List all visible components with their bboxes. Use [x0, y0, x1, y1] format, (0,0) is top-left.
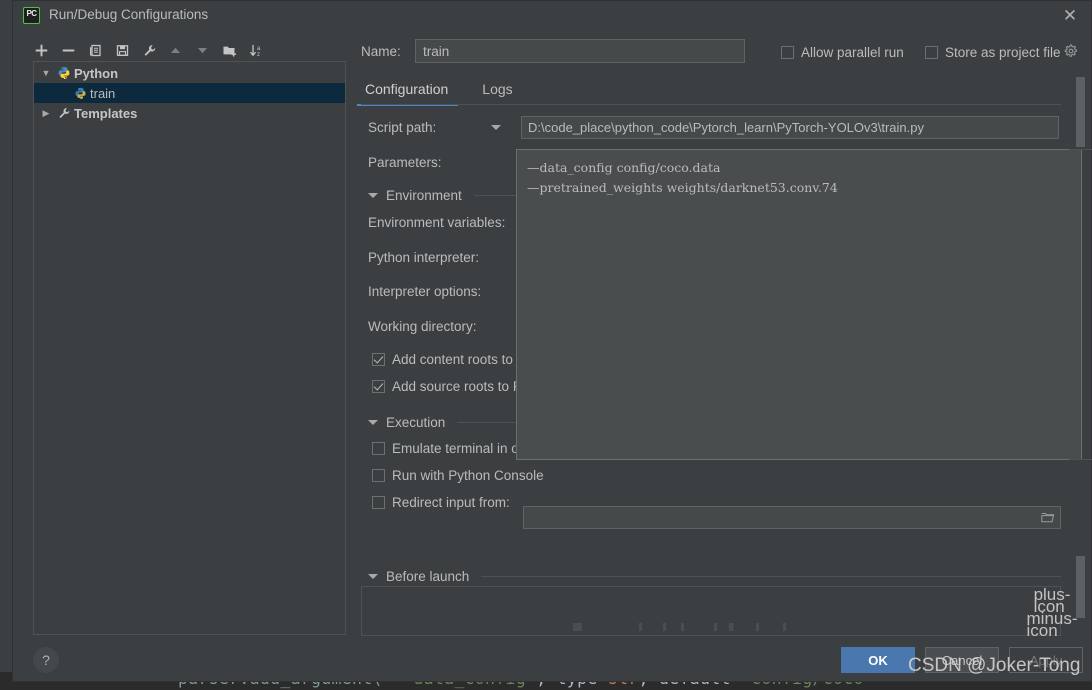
redirect-input-checkbox[interactable]: Redirect input from: [372, 495, 510, 510]
tree-node-python[interactable]: ▼ Python [34, 63, 345, 83]
store-as-project-file-checkbox[interactable]: Store as project file [925, 45, 1061, 60]
parameters-label: Parameters: [368, 154, 442, 170]
tab-divider [361, 104, 1061, 105]
checkbox-box [925, 46, 938, 59]
chevron-right-icon[interactable]: ▶ [38, 108, 54, 119]
wrench-icon [54, 106, 74, 120]
execution-section-title: Execution [386, 414, 446, 430]
sort-az-icon[interactable]: az [244, 38, 269, 62]
python-icon [70, 87, 90, 100]
before-launch-task-buttons: plus-icon minus-icon [1027, 586, 1078, 639]
dialog-title: Run/Debug Configurations [49, 7, 209, 22]
configurations-tree[interactable]: ▼ Python train ▶ Templates [33, 61, 346, 635]
chevron-down-icon[interactable] [491, 125, 501, 130]
tree-node-label: Python [74, 65, 119, 81]
remove-configuration-button[interactable] [56, 38, 81, 62]
environment-variables-label: Environment variables: [368, 215, 506, 230]
configurations-toolbar: az [29, 37, 269, 63]
watermark: CSDN @Joker-Tong [908, 655, 1081, 676]
chevron-down-icon[interactable] [368, 573, 378, 579]
checkbox-box [372, 469, 385, 482]
wrench-icon[interactable] [137, 38, 162, 62]
add-configuration-button[interactable] [29, 38, 54, 62]
add-content-roots-checkbox[interactable]: Add content roots to [372, 352, 513, 367]
pycharm-icon: PC [23, 7, 40, 24]
gear-icon[interactable] [1064, 44, 1078, 63]
tab-configuration[interactable]: Configuration [356, 77, 459, 106]
dialog-titlebar: PC Run/Debug Configurations ✕ [13, 1, 1091, 30]
close-icon[interactable]: ✕ [1059, 5, 1081, 27]
add-source-roots-label: Add source roots to P [392, 379, 522, 394]
working-directory-label: Working directory: [368, 318, 477, 334]
tree-node-train[interactable]: train [34, 83, 345, 103]
checkbox-box [372, 353, 385, 366]
run-with-python-console-checkbox[interactable]: Run with Python Console [372, 468, 544, 483]
pane-divider-bottom [1069, 459, 1092, 460]
name-label: Name: [361, 44, 401, 59]
add-content-roots-label: Add content roots to [392, 352, 513, 367]
store-as-project-file-label: Store as project file [945, 45, 1061, 60]
checkbox-box [372, 496, 385, 509]
arrow-down-icon[interactable] [190, 38, 215, 62]
checkbox-box [372, 380, 385, 393]
svg-text:z: z [257, 52, 260, 58]
save-configuration-button[interactable] [110, 38, 135, 62]
redirect-input-field[interactable] [523, 506, 1061, 529]
parameters-line-2: —pretrained_weights weights/darknet53.co… [527, 180, 838, 195]
before-launch-placeholder-text [573, 623, 873, 631]
chevron-down-icon[interactable] [368, 419, 378, 425]
python-interpreter-label: Python interpreter: [368, 249, 480, 265]
checkbox-box [781, 46, 794, 59]
arrow-up-icon[interactable] [163, 38, 188, 62]
run-with-python-console-row: Run with Python Console [361, 462, 1061, 489]
allow-parallel-run-label: Allow parallel run [801, 45, 904, 60]
right-pane-scrollbar-thumb-bottom[interactable] [1076, 556, 1085, 618]
tree-node-label: Templates [74, 105, 138, 121]
script-path-row: Script path: D:\code_place\python_code\P… [361, 113, 1061, 148]
python-icon [54, 66, 74, 80]
right-pane-scrollbar-thumb-top[interactable] [1076, 77, 1085, 147]
script-path-label: Script path: [368, 120, 437, 135]
interpreter-options-label: Interpreter options: [368, 284, 482, 299]
tab-logs[interactable]: Logs [478, 77, 516, 106]
folder-browse-icon[interactable] [1041, 510, 1055, 528]
configuration-tabs: Configuration Logs [356, 77, 517, 106]
footer-divider [13, 641, 1092, 642]
redirect-input-label: Redirect input from: [392, 495, 510, 510]
script-path-input[interactable]: D:\code_place\python_code\Pytorch_learn\… [521, 116, 1059, 139]
editor-background-strip [0, 0, 12, 690]
add-source-roots-checkbox[interactable]: Add source roots to P [372, 379, 522, 394]
section-divider [481, 575, 1061, 577]
name-input[interactable] [415, 39, 745, 63]
environment-section-title: Environment [386, 187, 462, 203]
run-debug-configurations-dialog: PC Run/Debug Configurations ✕ a z ▼ Pyth… [12, 0, 1092, 682]
before-launch-title: Before launch [386, 568, 470, 584]
pane-divider-top [1069, 149, 1092, 150]
parameters-expanded-editor[interactable]: —data_config config/coco.data —pretraine… [516, 149, 1082, 460]
allow-parallel-run-checkbox[interactable]: Allow parallel run [781, 45, 904, 60]
remove-task-button[interactable]: minus-icon [1027, 610, 1078, 639]
chevron-down-icon[interactable]: ▼ [38, 68, 54, 78]
run-with-python-console-label: Run with Python Console [392, 468, 544, 483]
screen: parser.add_argument("--data_config", typ… [0, 0, 1092, 690]
ok-button[interactable]: OK [841, 647, 915, 673]
tree-node-label: train [90, 85, 116, 101]
help-button[interactable]: ? [33, 647, 59, 673]
chevron-down-icon[interactable] [368, 192, 378, 198]
copy-configuration-button[interactable] [83, 38, 108, 62]
folder-add-icon[interactable] [217, 38, 242, 62]
checkbox-box [372, 442, 385, 455]
parameters-line-1: —data_config config/coco.data [527, 160, 721, 175]
tree-node-templates[interactable]: ▶ Templates [34, 103, 345, 123]
